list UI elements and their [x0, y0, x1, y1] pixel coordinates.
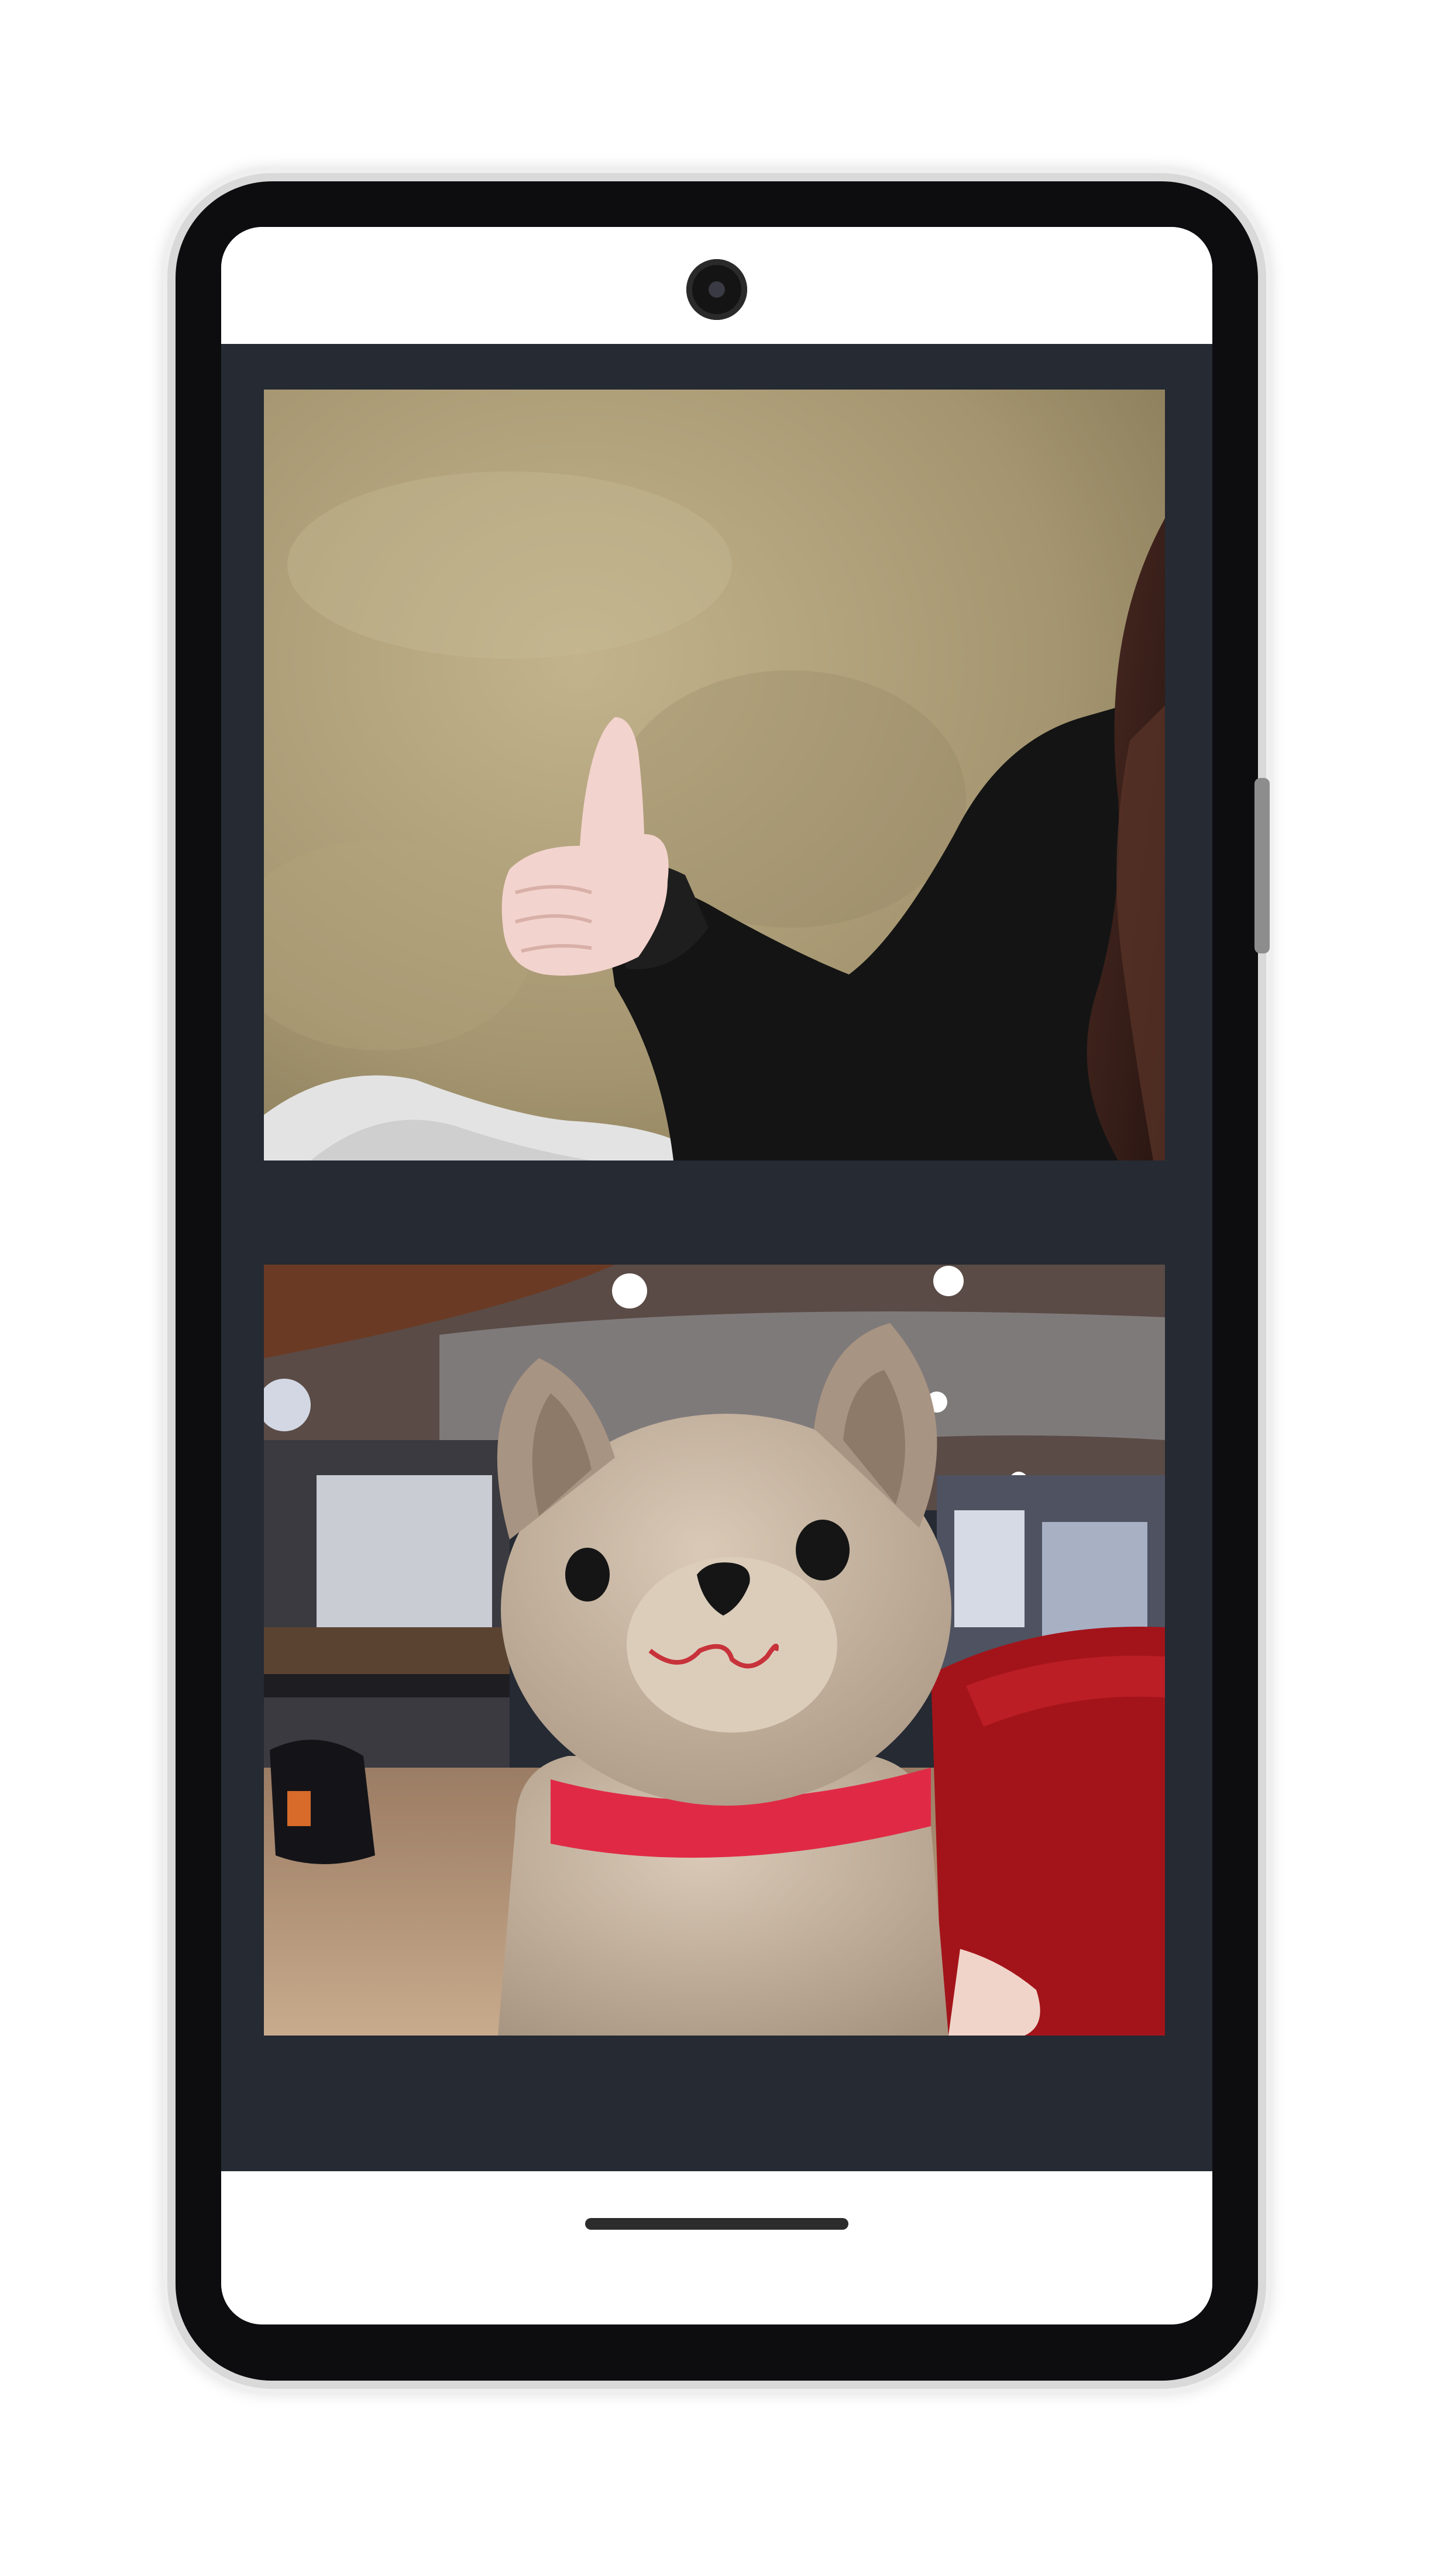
phone-side-button — [1254, 778, 1270, 953]
phone-screen: 종료 — [221, 227, 1212, 2324]
front-camera-icon — [686, 259, 747, 320]
remote-video-feed — [264, 390, 1165, 1160]
home-indicator[interactable] — [585, 2218, 848, 2230]
navigation-bar — [221, 2171, 1212, 2324]
status-bar — [221, 227, 1212, 344]
video-call-screen: 종료 — [221, 344, 1212, 2321]
remote-video — [264, 390, 1165, 1160]
local-video — [264, 1265, 1165, 2036]
local-video-feed — [264, 1265, 1165, 2036]
